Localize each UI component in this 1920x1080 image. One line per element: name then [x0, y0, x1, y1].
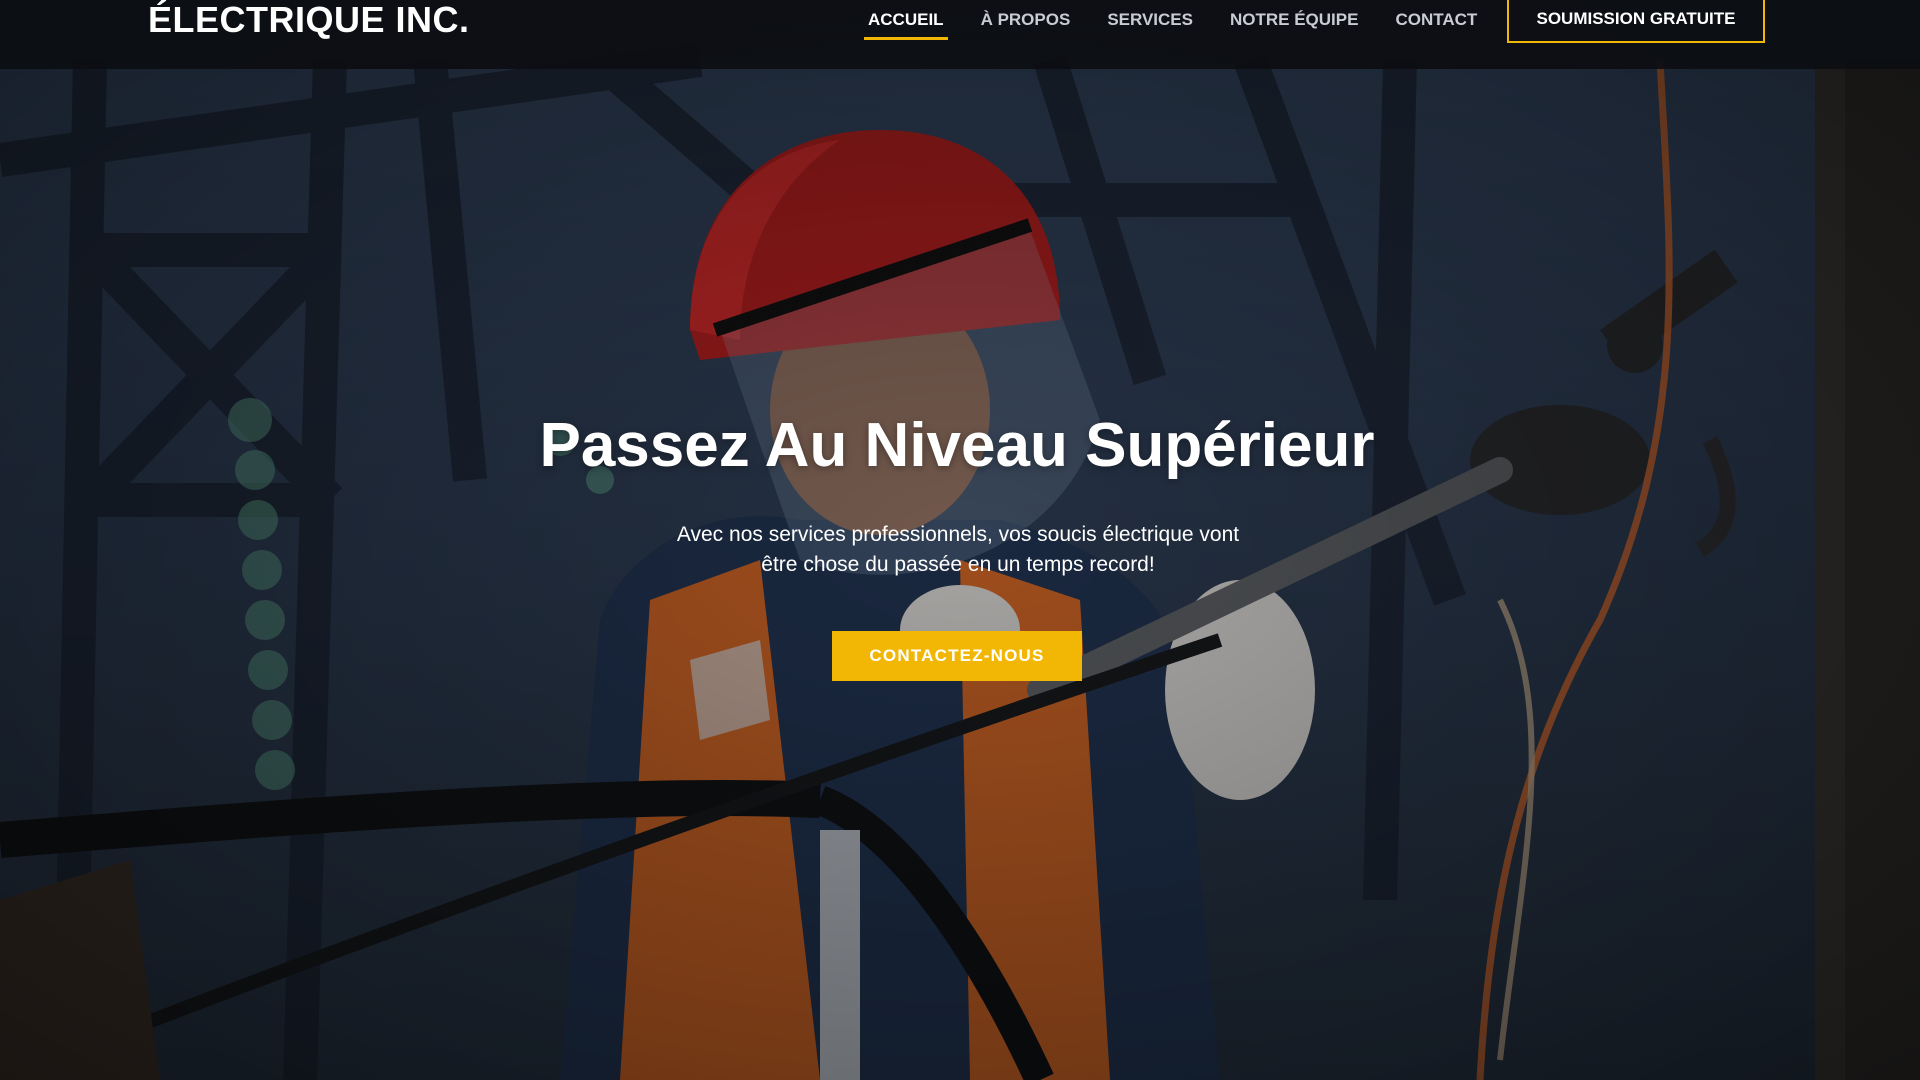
nav-item-accueil[interactable]: ACCUEIL [864, 0, 948, 40]
hero-subtitle: Avec nos services professionnels, vos so… [660, 520, 1256, 580]
hero-subtitle-line-1: Avec nos services professionnels, vos so… [676, 523, 1240, 546]
hero-title: Passez Au Niveau Supérieur [539, 411, 1375, 480]
main-nav: ACCUEIL À PROPOS SERVICES NOTRE ÉQUIPE C… [864, 0, 1514, 42]
contact-us-button[interactable]: CONTACTEZ-NOUS [832, 631, 1082, 681]
hero-subtitle-line-2: être chose du passée en un temps record! [761, 553, 1155, 576]
nav-item-a-propos[interactable]: À PROPOS [981, 0, 1071, 40]
site-header: ÉLECTRIQUE INC. ACCUEIL À PROPOS SERVICE… [0, 0, 1920, 69]
nav-item-notre-equipe[interactable]: NOTRE ÉQUIPE [1230, 0, 1358, 40]
nav-item-contact[interactable]: CONTACT [1395, 0, 1477, 40]
nav-item-services[interactable]: SERVICES [1107, 0, 1193, 40]
site-logo[interactable]: ÉLECTRIQUE INC. [148, 0, 470, 42]
free-quote-button[interactable]: SOUMISSION GRATUITE [1507, 0, 1765, 43]
